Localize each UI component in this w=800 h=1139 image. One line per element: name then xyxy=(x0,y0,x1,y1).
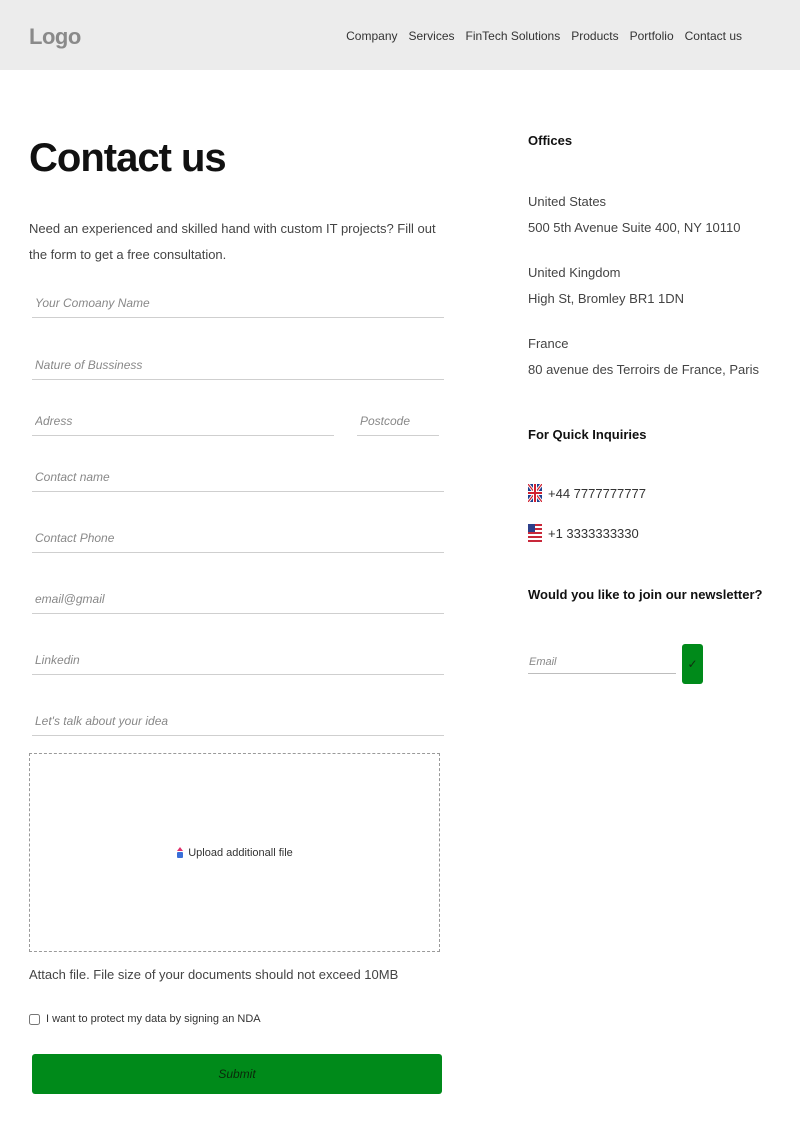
top-navigation-bar: Logo Company Services FinTech Solutions … xyxy=(0,0,800,70)
nda-label: I want to protect my data by signing an … xyxy=(46,1013,261,1025)
quick-inquiries-heading: For Quick Inquiries xyxy=(528,427,647,442)
address-input[interactable] xyxy=(32,406,334,436)
contact-phone-input[interactable] xyxy=(32,523,444,553)
file-upload-dropzone[interactable]: Upload additionall file xyxy=(29,753,440,952)
newsletter-email-input[interactable] xyxy=(528,650,676,674)
upload-icon xyxy=(176,847,184,858)
nda-option[interactable]: I want to protect my data by signing an … xyxy=(29,1013,261,1025)
logo[interactable]: Logo xyxy=(29,24,81,50)
office-address: 80 avenue des Terroirs de France, Paris xyxy=(528,362,759,377)
offices-heading: Offices xyxy=(528,133,573,148)
intro-text: Need an experienced and skilled hand wit… xyxy=(29,221,436,262)
nav-item-fintech-solutions[interactable]: FinTech Solutions xyxy=(466,29,561,43)
upload-label: Upload additionall file xyxy=(188,846,293,859)
page-title: Contact us xyxy=(29,136,227,180)
office-united-states: United States 500 5th Avenue Suite 400, … xyxy=(528,189,741,241)
main-nav: Company Services FinTech Solutions Produ… xyxy=(346,29,742,43)
idea-input[interactable] xyxy=(32,706,444,736)
upload-content: Upload additionall file xyxy=(176,847,293,859)
nav-item-company[interactable]: Company xyxy=(346,29,397,43)
office-united-kingdom: United Kingdom High St, Bromley BR1 1DN xyxy=(528,260,684,312)
nav-item-products[interactable]: Products xyxy=(571,29,618,43)
nav-item-contact-us[interactable]: Contact us xyxy=(685,29,742,43)
office-country: France xyxy=(528,336,569,351)
postcode-input[interactable] xyxy=(357,406,439,436)
submit-button[interactable]: Submit xyxy=(32,1054,442,1094)
phone-uk[interactable]: +44 7777777777 xyxy=(528,484,646,502)
nav-item-services[interactable]: Services xyxy=(409,29,455,43)
company-name-input[interactable] xyxy=(32,288,444,318)
uk-flag-icon xyxy=(528,484,542,502)
phone-number: +1 3333333330 xyxy=(548,525,639,541)
nda-checkbox[interactable] xyxy=(29,1013,40,1025)
phone-us[interactable]: +1 3333333330 xyxy=(528,524,639,542)
business-nature-input[interactable] xyxy=(32,350,444,380)
office-country: United Kingdom xyxy=(528,265,621,280)
attach-file-note: Attach file. File size of your documents… xyxy=(29,967,399,982)
phone-number: +44 7777777777 xyxy=(548,485,646,501)
newsletter-heading: Would you like to join our newsletter? xyxy=(528,587,763,602)
us-flag-icon xyxy=(528,524,542,542)
nav-item-portfolio[interactable]: Portfolio xyxy=(630,29,674,43)
office-address: High St, Bromley BR1 1DN xyxy=(528,291,685,306)
office-france: France 80 avenue des Terroirs de France,… xyxy=(528,331,759,383)
office-address: 500 5th Avenue Suite 400, NY 10110 xyxy=(528,220,741,235)
contact-name-input[interactable] xyxy=(32,462,444,492)
office-country: United States xyxy=(528,194,607,209)
newsletter-subscribe-button[interactable]: ✓ xyxy=(682,644,703,684)
linkedin-input[interactable] xyxy=(32,645,444,675)
email-input[interactable] xyxy=(32,584,444,614)
